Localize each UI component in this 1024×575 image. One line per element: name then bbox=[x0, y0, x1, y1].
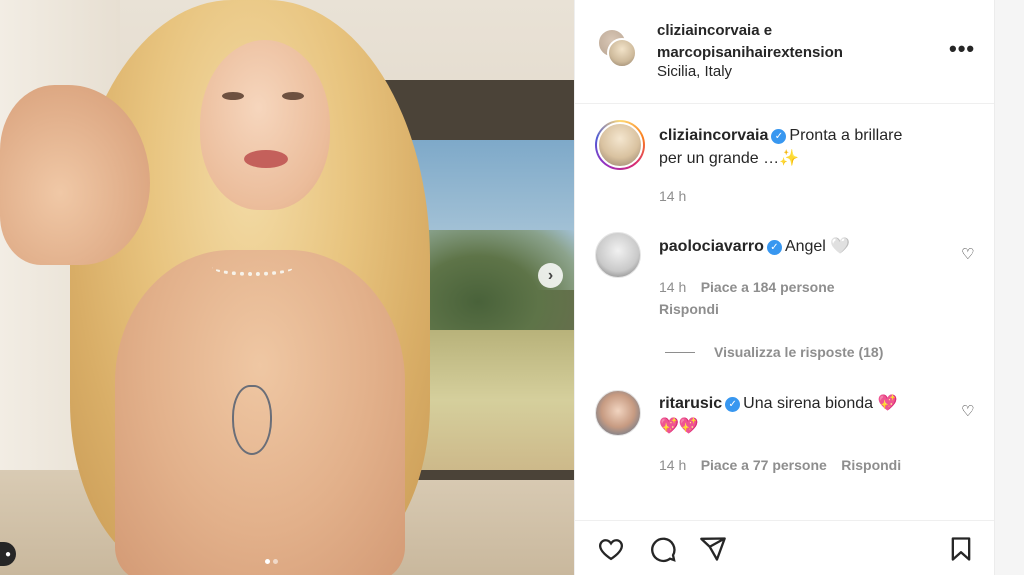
comment-body: Una sirena bionda 💖 bbox=[743, 395, 898, 412]
comment-body-continued: 💖💖 bbox=[659, 418, 699, 435]
user-icon: ● bbox=[4, 548, 12, 560]
post-authors[interactable]: cliziaincorvaia e marcopisanihairextensi… bbox=[657, 20, 843, 64]
post-sidebar: cliziaincorvaia e marcopisanihairextensi… bbox=[574, 0, 995, 575]
photo-necklace bbox=[212, 258, 294, 276]
comment-likes[interactable]: Piace a 77 persone bbox=[701, 457, 827, 473]
comment-time[interactable]: 14 h bbox=[659, 457, 686, 473]
author-name[interactable]: cliziaincorvaia e bbox=[657, 20, 843, 42]
caption-avatar[interactable] bbox=[595, 120, 645, 170]
reply-button[interactable]: Rispondi bbox=[659, 301, 719, 317]
post-photo[interactable]: › ● bbox=[0, 0, 574, 575]
photo-eye-right bbox=[282, 92, 304, 100]
comment-text: paolociavarro ✓ Angel 🤍 bbox=[659, 235, 949, 258]
post-location[interactable]: Sicilia, Italy bbox=[657, 63, 732, 80]
chevron-right-icon: › bbox=[547, 266, 554, 284]
heart-icon bbox=[599, 539, 623, 561]
view-replies-button[interactable]: Visualizza le risposte (18) bbox=[714, 344, 883, 360]
caption-time[interactable]: 14 h bbox=[659, 188, 686, 204]
post-header: cliziaincorvaia e marcopisanihairextensi… bbox=[575, 0, 995, 104]
coauthor-name[interactable]: marcopisanihairextension bbox=[657, 42, 843, 64]
comment-username[interactable]: ritarusic bbox=[659, 395, 722, 412]
save-button[interactable] bbox=[947, 535, 975, 563]
page-background-strip bbox=[994, 0, 1024, 575]
avatar bbox=[597, 122, 643, 168]
comment-likes[interactable]: Piace a 184 persone bbox=[701, 279, 835, 295]
comment-meta: 14 h Piace a 184 persone bbox=[659, 279, 835, 297]
verified-badge-icon: ✓ bbox=[771, 129, 787, 144]
like-button[interactable] bbox=[597, 535, 625, 563]
replies-divider bbox=[665, 352, 695, 353]
comment-time[interactable]: 14 h bbox=[659, 279, 686, 295]
share-button[interactable] bbox=[699, 535, 727, 563]
bookmark-icon bbox=[951, 537, 971, 561]
carousel-dot bbox=[273, 559, 278, 564]
post-action-bar bbox=[575, 520, 995, 575]
more-options-button[interactable]: ••• bbox=[949, 36, 975, 62]
comment-body: Angel 🤍 bbox=[784, 238, 851, 255]
carousel-next-button[interactable]: › bbox=[538, 263, 563, 288]
comment-button[interactable] bbox=[649, 535, 677, 563]
ellipsis-icon: ••• bbox=[949, 36, 976, 61]
photo-eye-left bbox=[222, 92, 244, 100]
commenter-avatar[interactable] bbox=[595, 390, 641, 436]
caption-body-continued: per un grande …✨ bbox=[659, 150, 799, 167]
caption-body: Pronta a brillare bbox=[789, 127, 903, 144]
carousel-dot bbox=[265, 559, 270, 564]
coauthor-avatars[interactable] bbox=[597, 28, 637, 68]
photo-lips bbox=[244, 150, 288, 168]
reply-button[interactable]: Rispondi bbox=[841, 457, 901, 473]
photo-tattoo bbox=[232, 385, 272, 455]
comment-like-heart-icon[interactable]: ♡ bbox=[961, 245, 974, 263]
photo-face bbox=[200, 40, 330, 210]
comment-like-heart-icon[interactable]: ♡ bbox=[961, 402, 974, 420]
verified-badge-icon: ✓ bbox=[766, 240, 782, 255]
comment-meta: 14 h Piace a 77 persone Rispondi bbox=[659, 457, 901, 475]
caption-text: cliziaincorvaia ✓ Pronta a brillare per un… bbox=[659, 124, 979, 170]
commenter-avatar[interactable] bbox=[595, 232, 641, 278]
avatar bbox=[607, 38, 637, 68]
comment-icon bbox=[651, 537, 676, 563]
caption-username[interactable]: cliziaincorvaia bbox=[659, 127, 768, 144]
carousel-indicator bbox=[265, 559, 278, 564]
verified-badge-icon: ✓ bbox=[725, 397, 741, 412]
send-icon bbox=[700, 537, 726, 561]
comment-username[interactable]: paolociavarro bbox=[659, 238, 764, 255]
comment-text: ritarusic ✓ Una sirena bionda 💖 💖💖 bbox=[659, 392, 949, 438]
